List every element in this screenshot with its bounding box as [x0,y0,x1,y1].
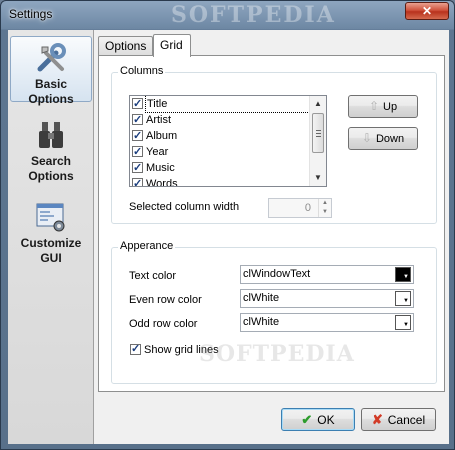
chevron-down-icon: ▼ [403,274,409,280]
window-settings-icon [36,203,65,232]
checkbox[interactable] [132,96,143,112]
columns-group: Columns Title Artist Album Year Music Wo… [111,65,437,224]
checkbox[interactable] [132,176,143,186]
sidebar: Basic Options Search Options Customize G… [8,30,94,444]
checkbox[interactable] [132,112,143,128]
ok-button[interactable]: ✔ OK [281,408,355,431]
color-swatch: ▼ [395,315,411,330]
text-color-combo[interactable]: clWindowText ▼ [240,265,414,284]
appearance-group-label: Apperance [118,240,176,252]
close-button[interactable]: ✕ [405,2,449,20]
list-item[interactable]: Album [130,128,326,144]
sidebar-item-customize-gui[interactable]: Customize GUI [10,200,92,270]
list-item[interactable]: Artist [130,112,326,128]
cross-icon: ✘ [371,412,383,427]
tab-options[interactable]: Options [98,36,153,56]
arrow-up-icon: ⇧ [368,99,379,113]
binoculars-icon [39,122,63,148]
scroll-up-icon[interactable]: ▲ [310,96,326,112]
text-color-label: Text color [129,270,177,282]
chevron-down-icon: ▼ [403,322,409,328]
sidebar-item-basic-options[interactable]: Basic Options [10,36,92,106]
list-item[interactable]: Words [130,176,326,186]
checkbox[interactable] [130,342,141,355]
window-title: Settings [9,7,53,21]
title-bar[interactable]: SOFTPEDIA Settings ✕ [1,1,454,29]
settings-window: SOFTPEDIA Settings ✕ Basic Options Searc… [0,0,455,450]
panel-watermark: SOFTPEDIA [199,341,355,367]
checkmark-icon: ✔ [301,412,313,427]
list-scrollbar[interactable]: ▲ ▼ [309,96,326,186]
columns-listbox[interactable]: Title Artist Album Year Music Words ▲ ▼ [129,95,327,187]
even-row-color-combo[interactable]: clWhite ▼ [240,289,414,308]
color-swatch: ▼ [395,291,411,306]
scroll-thumb[interactable] [312,113,324,153]
checkbox[interactable] [132,160,143,176]
even-row-color-label: Even row color [129,294,202,306]
tab-grid[interactable]: Grid [153,34,191,57]
chevron-down-icon: ▼ [403,298,409,304]
checkbox[interactable] [132,144,143,160]
client-area: Basic Options Search Options Customize G… [8,30,449,444]
list-item[interactable]: Music [130,160,326,176]
list-item[interactable]: Title [130,96,326,113]
grid-tab-panel: Columns Title Artist Album Year Music Wo… [98,55,445,392]
spin-up-icon[interactable]: ▲ [318,199,331,208]
title-watermark: SOFTPEDIA [171,2,336,28]
move-down-button[interactable]: ⇩ Down [348,127,418,150]
sidebar-item-label: Basic Options [28,77,74,106]
tools-icon [37,43,66,72]
sidebar-item-label: Search [30,154,72,168]
close-icon: ✕ [421,4,433,18]
arrow-down-icon: ⇩ [361,131,372,145]
odd-row-color-combo[interactable]: clWhite ▼ [240,313,414,332]
sidebar-item-label-line2: GUI [40,251,62,265]
odd-row-color-label: Odd row color [129,318,198,330]
sidebar-item-label-line2: Options [28,169,74,183]
list-item[interactable]: Year [130,144,326,160]
column-width-spinner[interactable]: 0 ▲ ▼ [268,198,332,218]
cancel-button[interactable]: ✘ Cancel [361,408,436,431]
sidebar-item-label: Customize [20,236,82,250]
sidebar-item-search-options[interactable]: Search Options [10,118,92,188]
move-up-button[interactable]: ⇧ Up [348,95,418,118]
color-swatch: ▼ [395,267,411,282]
scroll-down-icon[interactable]: ▼ [310,170,326,186]
checkbox[interactable] [132,128,143,144]
columns-group-label: Columns [118,65,166,77]
column-width-label: Selected column width [129,201,240,213]
spin-down-icon[interactable]: ▼ [318,208,331,217]
